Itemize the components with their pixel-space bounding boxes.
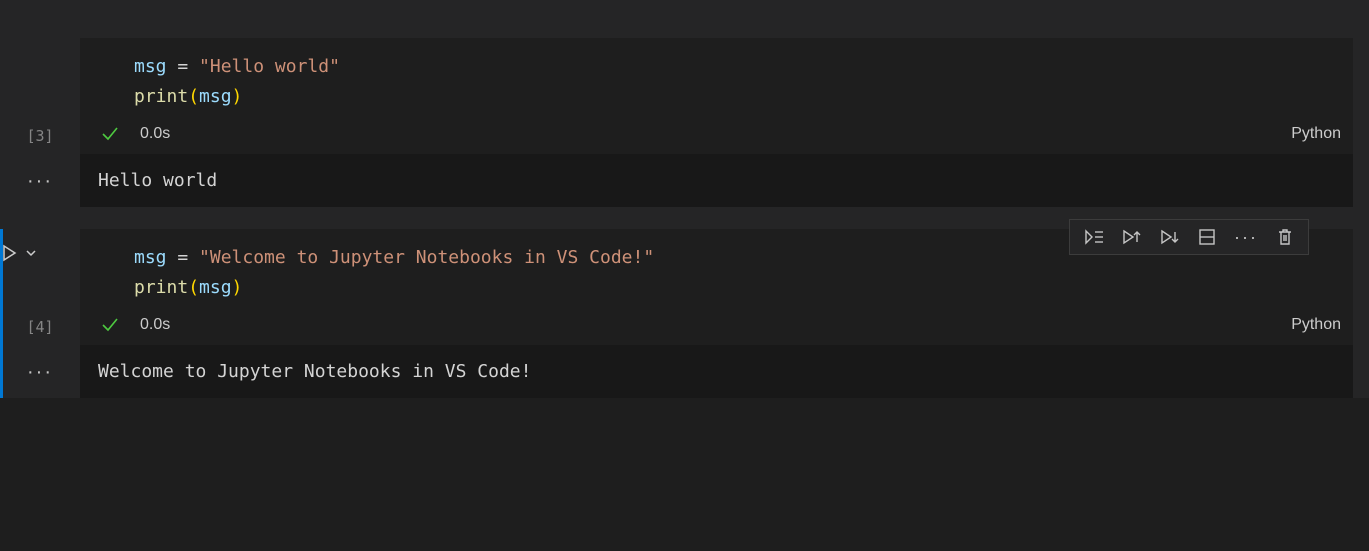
token-paren: )	[232, 86, 243, 107]
cell-output[interactable]: Hello world	[80, 154, 1353, 207]
token-string: "Welcome to Jupyter Notebooks in VS Code…	[199, 247, 654, 268]
cell-gutter-output[interactable]: ···	[0, 345, 80, 398]
notebook-container: msg = "Hello world" print(msg) [3] 0.0s …	[0, 0, 1369, 398]
token-variable: msg	[134, 56, 167, 77]
cell-output[interactable]: Welcome to Jupyter Notebooks in VS Code!	[80, 345, 1353, 398]
more-actions-icon[interactable]: ···	[27, 176, 53, 186]
success-check-icon	[100, 315, 120, 335]
token-variable: msg	[134, 247, 167, 268]
cell-status-bar: 0.0s Python	[80, 118, 1353, 154]
chevron-down-icon[interactable]	[24, 246, 38, 260]
execution-count: [3]	[26, 127, 53, 145]
token-operator: =	[167, 247, 200, 268]
token-variable: msg	[199, 277, 232, 298]
execute-below-icon[interactable]	[1160, 228, 1180, 246]
cell-gutter-exec: [3]	[0, 118, 80, 154]
code-line[interactable]: print(msg)	[80, 273, 1353, 303]
token-string: "Hello world"	[199, 56, 340, 77]
code-line[interactable]: msg = "Hello world"	[80, 52, 1353, 82]
cell-gutter-exec: [4]	[0, 309, 80, 345]
token-function: print	[134, 277, 188, 298]
more-actions-icon[interactable]: ···	[27, 367, 53, 377]
token-paren: )	[232, 277, 243, 298]
split-cell-icon[interactable]	[1198, 228, 1216, 246]
execution-count: [4]	[26, 318, 53, 336]
execution-time: 0.0s	[140, 316, 170, 334]
success-check-icon	[100, 124, 120, 144]
run-cell-icon[interactable]	[0, 244, 18, 262]
code-line[interactable]: print(msg)	[80, 82, 1353, 112]
cell-gutter	[0, 38, 80, 118]
execution-time: 0.0s	[140, 125, 170, 143]
token-paren: (	[188, 86, 199, 107]
token-operator: =	[167, 56, 200, 77]
cell-language-label[interactable]: Python	[1291, 316, 1341, 334]
execute-above-icon[interactable]	[1122, 228, 1142, 246]
notebook-cell[interactable]: ··· ms	[0, 229, 1369, 398]
more-actions-icon[interactable]: ···	[1234, 232, 1258, 242]
bottom-strip	[0, 420, 1369, 450]
code-editor[interactable]: msg = "Hello world" print(msg)	[80, 38, 1353, 118]
notebook-cell[interactable]: msg = "Hello world" print(msg) [3] 0.0s …	[0, 0, 1369, 207]
token-variable: msg	[199, 86, 232, 107]
cell-gutter	[0, 229, 80, 309]
token-paren: (	[188, 277, 199, 298]
run-by-line-icon[interactable]	[1084, 228, 1104, 246]
cell-gutter-output[interactable]: ···	[0, 154, 80, 207]
cell-toolbar: ···	[1069, 219, 1309, 255]
cell-language-label[interactable]: Python	[1291, 125, 1341, 143]
token-function: print	[134, 86, 188, 107]
delete-cell-icon[interactable]	[1276, 228, 1294, 246]
cell-status-bar: 0.0s Python	[80, 309, 1353, 345]
